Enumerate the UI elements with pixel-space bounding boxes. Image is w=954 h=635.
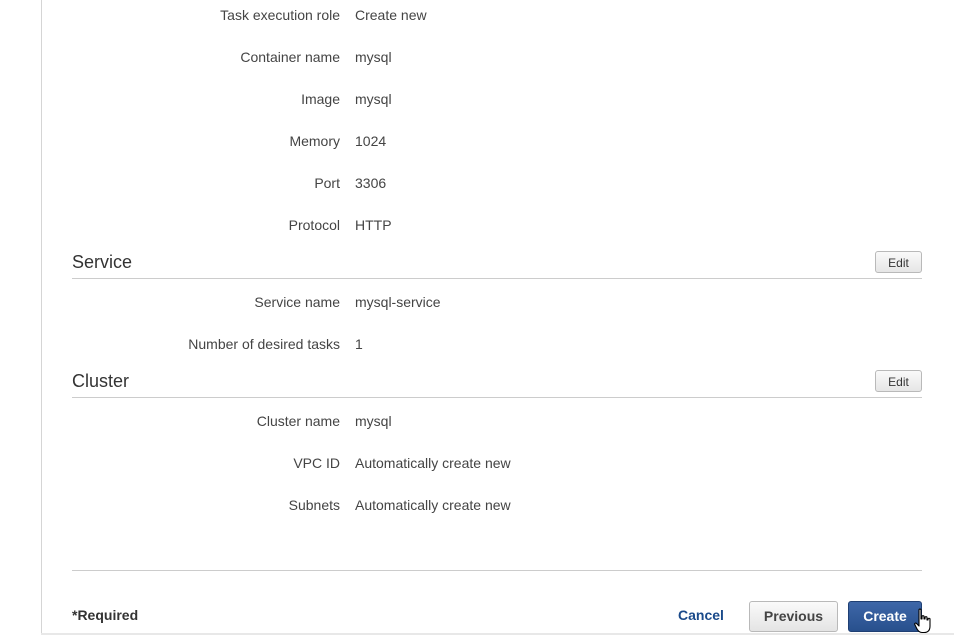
detail-value: mysql bbox=[355, 91, 392, 107]
detail-label: VPC ID bbox=[293, 455, 340, 471]
section-divider bbox=[72, 397, 922, 398]
review-panel: Task execution role Create new Container… bbox=[72, 0, 922, 635]
cancel-link[interactable]: Cancel bbox=[678, 607, 724, 623]
detail-row-service-name: Service name mysql-service bbox=[72, 294, 922, 314]
detail-label: Service name bbox=[254, 294, 340, 310]
service-edit-button[interactable]: Edit bbox=[875, 251, 922, 273]
detail-row-cluster-name: Cluster name mysql bbox=[72, 413, 922, 433]
detail-label: Number of desired tasks bbox=[188, 336, 340, 352]
detail-row-task-execution-role: Task execution role Create new bbox=[72, 7, 922, 27]
detail-label: Image bbox=[301, 91, 340, 107]
detail-label: Task execution role bbox=[220, 7, 340, 23]
footer-divider bbox=[72, 570, 922, 571]
cluster-edit-button[interactable]: Edit bbox=[875, 370, 922, 392]
detail-row-container-name: Container name mysql bbox=[72, 49, 922, 69]
detail-row-subnets: Subnets Automatically create new bbox=[72, 497, 922, 517]
section-title-cluster: Cluster bbox=[72, 371, 130, 391]
detail-row-memory: Memory 1024 bbox=[72, 133, 922, 153]
detail-row-image: Image mysql bbox=[72, 91, 922, 111]
detail-row-protocol: Protocol HTTP bbox=[72, 217, 922, 237]
detail-value: mysql-service bbox=[355, 294, 441, 310]
previous-button[interactable]: Previous bbox=[749, 601, 838, 632]
detail-label: Memory bbox=[289, 133, 340, 149]
create-button[interactable]: Create bbox=[848, 601, 922, 632]
required-note: *Required bbox=[72, 607, 139, 623]
detail-value: HTTP bbox=[355, 217, 392, 233]
detail-value: 1024 bbox=[355, 133, 387, 149]
detail-value: 1 bbox=[355, 336, 363, 352]
detail-label: Port bbox=[314, 175, 340, 191]
detail-row-port: Port 3306 bbox=[72, 175, 922, 195]
hand-pointer-icon bbox=[914, 608, 931, 634]
detail-label: Container name bbox=[240, 49, 340, 65]
detail-row-vpc-id: VPC ID Automatically create new bbox=[72, 455, 922, 475]
detail-row-desired-tasks: Number of desired tasks 1 bbox=[72, 336, 922, 356]
section-divider bbox=[72, 278, 922, 279]
detail-value: Automatically create new bbox=[355, 497, 511, 513]
section-title-service: Service bbox=[72, 252, 133, 272]
detail-value: mysql bbox=[355, 413, 392, 429]
detail-label: Subnets bbox=[288, 497, 340, 513]
detail-value: Automatically create new bbox=[355, 455, 511, 471]
left-divider bbox=[41, 0, 42, 635]
detail-value: Create new bbox=[355, 7, 427, 23]
detail-value: mysql bbox=[355, 49, 392, 65]
detail-value: 3306 bbox=[355, 175, 387, 191]
detail-label: Protocol bbox=[288, 217, 340, 233]
detail-label: Cluster name bbox=[256, 413, 340, 429]
